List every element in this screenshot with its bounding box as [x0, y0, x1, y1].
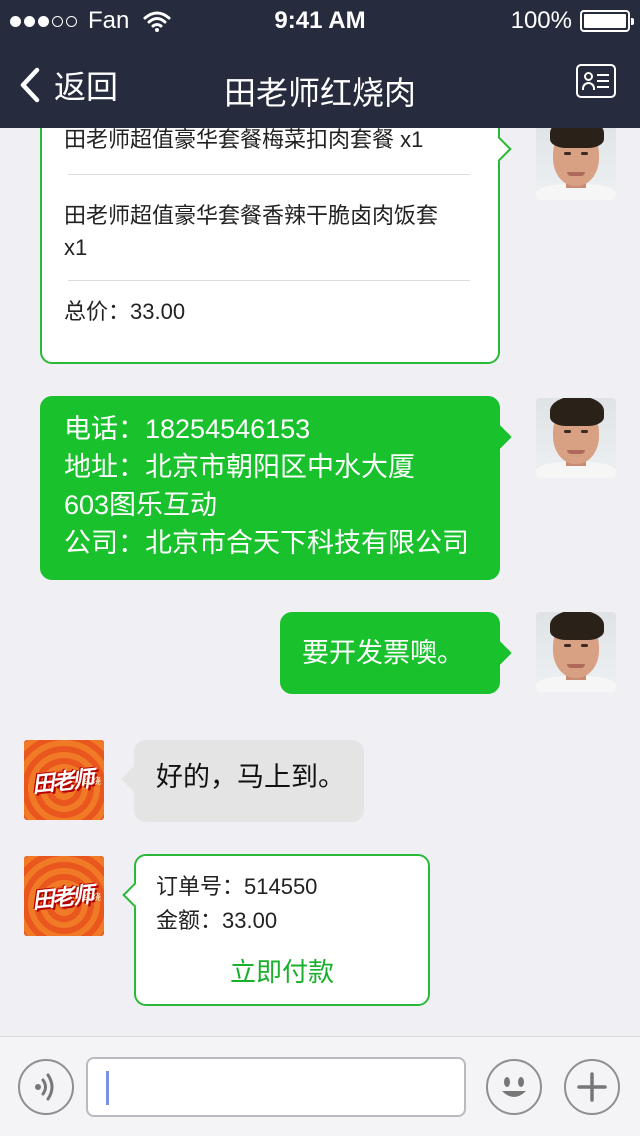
payment-card-bubble[interactable]: 订单号：514550 金额：33.00 立即付款: [122, 854, 430, 1006]
input-bar: [0, 1036, 640, 1136]
battery-icon: [580, 10, 634, 32]
emoji-button[interactable]: [486, 1059, 542, 1115]
contact-info-bubble[interactable]: 电话：18254546153 地址：北京市朝阳区中水大厦 603图乐互动 公司：…: [40, 396, 512, 580]
merchant-avatar[interactable]: 田老师 红烧: [24, 740, 104, 820]
emoji-icon: [502, 1077, 526, 1097]
status-right: 100%: [510, 7, 634, 35]
divider: [68, 174, 470, 175]
order-amount: 金额：33.00: [156, 908, 278, 933]
status-bar: Fan 9:41 AM 100%: [0, 0, 640, 40]
order-item: 田老师超值豪华套餐梅菜扣肉套餐 x1: [64, 128, 424, 152]
add-button[interactable]: [564, 1059, 620, 1115]
order-item: 田老师超值豪华套餐香辣干脆卤肉饭套: [64, 203, 439, 228]
message-input[interactable]: [86, 1057, 466, 1117]
user-avatar[interactable]: [536, 398, 616, 478]
company-line: 公司：北京市合天下科技有限公司: [64, 528, 469, 558]
order-total: 总价：33.00: [64, 299, 186, 324]
order-item-qty: x1: [64, 235, 88, 260]
merchant-avatar[interactable]: 田老师 红烧: [24, 856, 104, 936]
pay-now-button[interactable]: 立即付款: [136, 952, 428, 989]
invoice-bubble[interactable]: 要开发票噢。: [280, 612, 512, 694]
voice-button[interactable]: [18, 1059, 74, 1115]
invoice-text: 要开发票噢。: [302, 638, 464, 668]
address-line: 603图乐互动: [64, 490, 218, 520]
divider: [68, 280, 470, 281]
plus-icon: [577, 1072, 607, 1102]
contact-card-icon[interactable]: [576, 64, 616, 98]
order-summary-bubble[interactable]: 田老师超值豪华套餐梅菜扣肉套餐 x1 田老师超值豪华套餐香辣干脆卤肉饭套 x1 …: [40, 128, 512, 364]
battery-percent: 100%: [510, 7, 572, 34]
merchant-logo-sub: 红烧: [82, 892, 101, 902]
text-cursor: [106, 1071, 109, 1105]
page-title: 田老师红烧肉: [223, 75, 416, 111]
phone-line: 电话：18254546153: [64, 414, 311, 444]
user-avatar[interactable]: [536, 128, 616, 200]
chat-area[interactable]: 田老师超值豪华套餐梅菜扣肉套餐 x1 田老师超值豪华套餐香辣干脆卤肉饭套 x1 …: [0, 128, 640, 1036]
user-avatar[interactable]: [536, 612, 616, 692]
order-number: 订单号：514550: [156, 874, 318, 899]
merchant-logo-sub: 红烧: [82, 776, 101, 786]
reply-bubble[interactable]: 好的，马上到。: [121, 740, 364, 822]
voice-icon: [35, 1073, 54, 1101]
address-line: 地址：北京市朝阳区中水大厦: [64, 452, 415, 482]
reply-text: 好的，马上到。: [156, 762, 345, 792]
navigation-bar: 返回 田老师红烧肉: [0, 40, 640, 128]
